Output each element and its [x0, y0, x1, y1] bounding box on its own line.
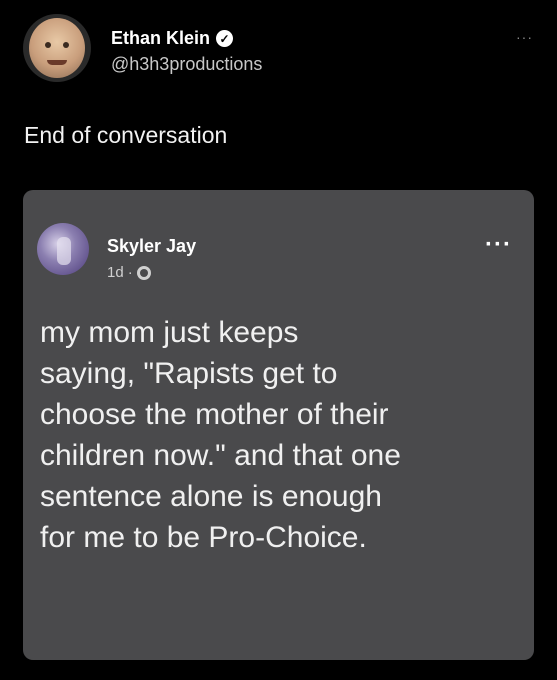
- author-name[interactable]: Ethan Klein: [111, 28, 210, 49]
- meta-separator: ·: [127, 264, 133, 281]
- post-author-avatar[interactable]: [37, 223, 89, 275]
- author-avatar[interactable]: [23, 14, 91, 82]
- more-options-button[interactable]: ···: [516, 29, 533, 45]
- tweet-text: End of conversation: [24, 122, 228, 148]
- verified-badge-icon: ✓: [216, 30, 234, 47]
- author-handle[interactable]: @h3h3productions: [111, 54, 262, 75]
- avatar-face: [29, 18, 85, 78]
- post-author-name[interactable]: Skyler Jay: [107, 236, 196, 257]
- post-meta: 1d ·: [107, 264, 151, 281]
- tweet-header: Ethan Klein ✓ @h3h3productions ···: [23, 14, 543, 94]
- embedded-post-card[interactable]: Skyler Jay 1d · ··· my mom just keeps sa…: [23, 190, 534, 660]
- post-more-options-button[interactable]: ···: [485, 233, 512, 257]
- globe-icon: [136, 265, 151, 280]
- post-timestamp: 1d: [107, 264, 124, 281]
- author-name-row[interactable]: Ethan Klein ✓: [111, 28, 234, 49]
- post-body-text: my mom just keeps saying, "Rapists get t…: [40, 316, 401, 554]
